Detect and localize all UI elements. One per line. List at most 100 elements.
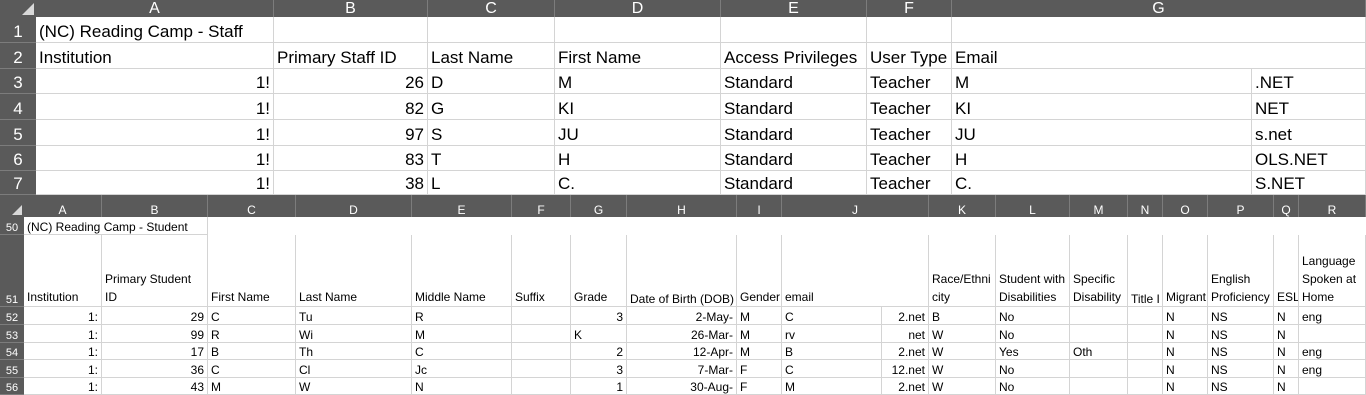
cell-middle-name[interactable]: Jc [412,360,512,378]
header-staff-id[interactable]: Primary Staff ID [274,43,428,69]
cell-gender[interactable]: M [737,325,782,343]
cell[interactable] [428,17,555,43]
cell[interactable] [555,17,721,43]
cell-user-type[interactable]: Teacher [867,69,952,94]
select-all-corner[interactable] [0,195,24,217]
cell-last-name[interactable]: Th [296,343,412,360]
cell-middle-name[interactable]: N [412,378,512,395]
cell-email[interactable]: B [782,343,882,360]
cell-access[interactable]: Standard [721,171,867,195]
cell-email[interactable]: rv [782,325,882,343]
column-header-e[interactable]: E [412,195,512,217]
header-institution[interactable]: Institution [36,43,274,69]
cell-first-name[interactable]: H [555,146,721,171]
row-header-4[interactable]: 4 [0,94,36,120]
cell-email-end[interactable]: 2.net [882,343,929,360]
column-header-f[interactable]: F [512,195,571,217]
cell-dob[interactable]: 12-Apr- [627,343,737,360]
row-header-2[interactable]: 2 [0,43,36,69]
column-header-h[interactable]: H [627,195,737,217]
cell-email[interactable]: M [782,378,882,395]
header-gender[interactable]: Gender [737,235,782,307]
cell-email-end[interactable]: 12.net [882,360,929,378]
row-header-53[interactable]: 53 [0,325,24,343]
cell-first-name[interactable]: M [208,378,296,395]
cell-institution[interactable]: 1: [24,360,102,378]
cell-english-proficiency[interactable]: NS [1208,378,1274,395]
column-header-e[interactable]: E [721,0,867,17]
cell-swd[interactable]: No [996,307,1070,325]
cell-last-name[interactable]: L [428,171,555,195]
cell-swd[interactable]: No [996,325,1070,343]
cell-access[interactable]: Standard [721,146,867,171]
cell-email-end[interactable]: .NET [1252,69,1366,94]
cell-user-type[interactable]: Teacher [867,146,952,171]
cell-student-id[interactable]: 29 [102,307,208,325]
cell-language[interactable] [1299,378,1366,395]
cell-title1[interactable] [1128,325,1163,343]
cell-first-name[interactable]: C [208,307,296,325]
column-header-c[interactable]: C [428,0,555,17]
cell-grade[interactable]: 1 [571,378,627,395]
cell-middle-name[interactable]: M [412,325,512,343]
cell-email-end[interactable]: 2.net [882,307,929,325]
cell-first-name[interactable]: KI [555,94,721,120]
row-header-7[interactable]: 7 [0,171,36,195]
cell-english-proficiency[interactable]: NS [1208,343,1274,360]
header-english-proficiency[interactable]: English Proficiency [1208,235,1274,307]
cell-swd[interactable]: No [996,378,1070,395]
cell-race[interactable]: B [929,307,996,325]
cell-user-type[interactable]: Teacher [867,171,952,195]
cell-migrant[interactable]: N [1163,307,1208,325]
cell-title1[interactable] [1128,307,1163,325]
cell-suffix[interactable] [512,343,571,360]
column-header-o[interactable]: O [1163,195,1208,217]
cell-suffix[interactable] [512,325,571,343]
cell-first-name[interactable]: C [208,360,296,378]
cell-last-name[interactable]: Cl [296,360,412,378]
header-title1[interactable]: Title I [1128,235,1163,307]
cell-email-end[interactable]: OLS.NET [1252,146,1366,171]
cell-institution[interactable]: 1! [36,171,274,195]
header-race[interactable]: Race/Ethnicity [929,235,996,307]
cell-middle-name[interactable]: C [412,343,512,360]
cell-student-id[interactable]: 36 [102,360,208,378]
cell-email[interactable]: C [782,307,882,325]
header-middle-name[interactable]: Middle Name [412,235,512,307]
cell-language[interactable] [1299,325,1366,343]
cell-institution[interactable]: 1: [24,343,102,360]
cell-dob[interactable]: 26-Mar- [627,325,737,343]
cell-title1[interactable] [1128,343,1163,360]
cell-institution[interactable]: 1! [36,146,274,171]
cell-email[interactable]: KI [952,94,1252,120]
header-email[interactable]: email [782,235,929,307]
column-header-n[interactable]: N [1128,195,1163,217]
cell-migrant[interactable]: N [1163,343,1208,360]
cell-gender[interactable]: F [737,378,782,395]
cell-race[interactable]: W [929,378,996,395]
cell-first-name[interactable]: M [555,69,721,94]
cell-language[interactable]: eng [1299,307,1366,325]
cell-staff-id[interactable]: 82 [274,94,428,120]
cell-email-end[interactable]: net [882,325,929,343]
cell-dob[interactable]: 2-May- [627,307,737,325]
cell-email[interactable]: H [952,146,1252,171]
cell-last-name[interactable]: W [296,378,412,395]
header-email[interactable]: Email [952,43,1366,69]
cell-staff-id[interactable]: 26 [274,69,428,94]
cell-email[interactable]: M [952,69,1252,94]
column-header-l[interactable]: L [996,195,1070,217]
cell-gender[interactable]: M [737,343,782,360]
cell-grade[interactable]: 2 [571,343,627,360]
cell-first-name[interactable]: JU [555,120,721,146]
header-language[interactable]: Language Spoken at Home [1299,235,1366,307]
cell-specific-disability[interactable]: Oth [1070,343,1128,360]
row-header-52[interactable]: 52 [0,307,24,325]
cell-last-name[interactable]: Tu [296,307,412,325]
header-first-name[interactable]: First Name [208,235,296,307]
cell-email-end[interactable]: 2.net [882,378,929,395]
cell-access[interactable]: Standard [721,69,867,94]
cell-user-type[interactable]: Teacher [867,94,952,120]
cell-user-type[interactable]: Teacher [867,120,952,146]
row-header-54[interactable]: 54 [0,343,24,360]
